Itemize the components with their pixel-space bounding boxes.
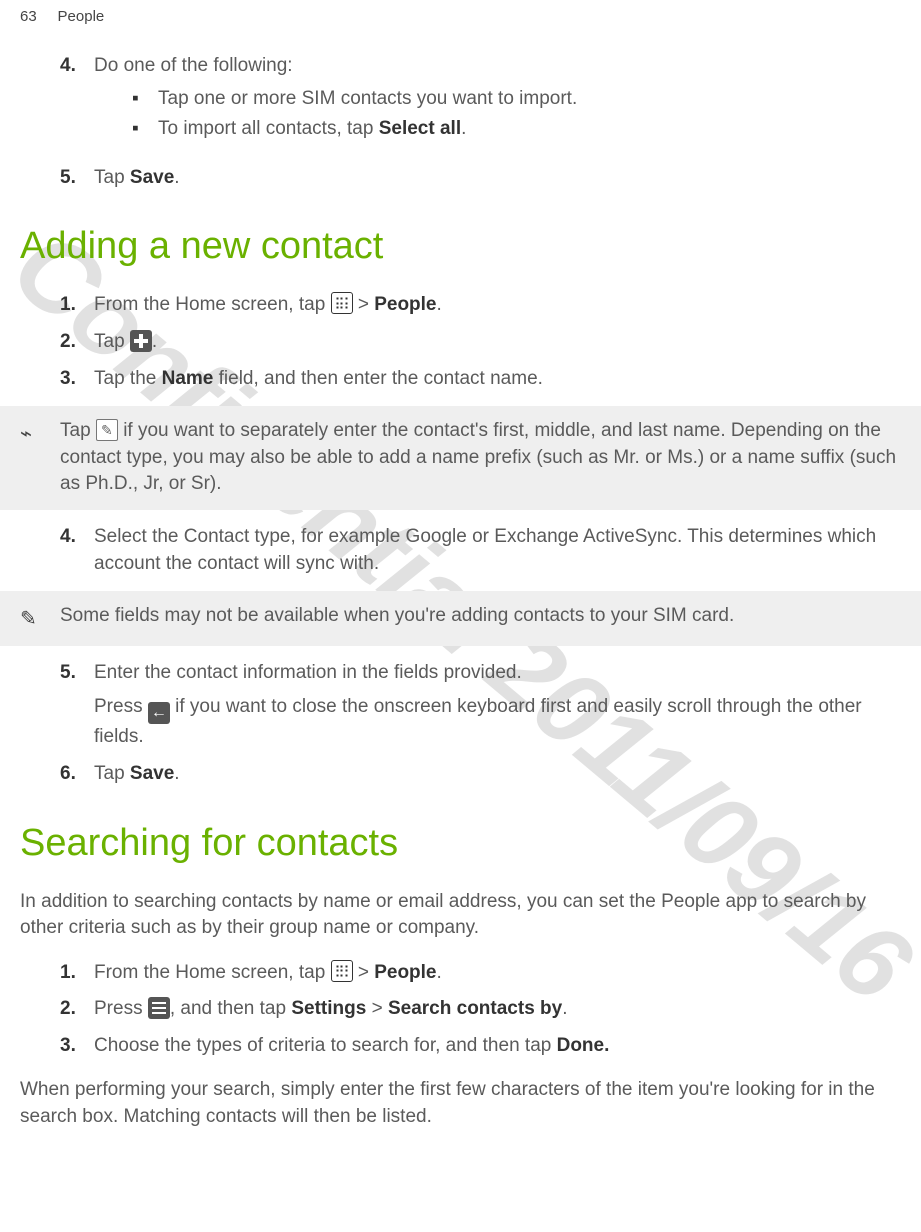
adding-step-4: 4. Select the Contact type, for example … [60, 524, 901, 577]
step-4: 4. Do one of the following: ▪ Tap one or… [60, 53, 901, 155]
plus-icon [130, 330, 152, 352]
tip-box-name: ⌁ Tap if you want to separately enter th… [0, 406, 921, 510]
step-number: 2. [60, 996, 94, 1023]
adding-step-6: 6. Tap Save. [60, 761, 901, 788]
adding-step-2: 2. Tap . [60, 329, 901, 356]
bullet-mark: ▪ [132, 86, 158, 113]
step-5: 5. Tap Save. [60, 165, 901, 192]
step-number: 4. [60, 53, 94, 155]
searching-outro: When performing your search, simply ente… [20, 1077, 901, 1130]
step-number: 6. [60, 761, 94, 788]
back-icon [148, 702, 170, 724]
step-number: 1. [60, 292, 94, 319]
menu-icon [148, 997, 170, 1019]
tip-box-sim: ✎ Some fields may not be available when … [0, 591, 921, 646]
section-name: People [58, 8, 105, 25]
searching-intro: In addition to searching contacts by nam… [20, 889, 901, 942]
searching-step-3: 3. Choose the types of criteria to searc… [60, 1033, 901, 1060]
step-number: 5. [60, 660, 94, 751]
adding-step-1: 1. From the Home screen, tap > People. [60, 292, 901, 319]
page-header: 63 People [0, 0, 921, 43]
bullet-item: ▪ Tap one or more SIM contacts you want … [132, 86, 901, 113]
bullet-item: ▪ To import all contacts, tap Select all… [132, 116, 901, 143]
step-number: 3. [60, 1033, 94, 1060]
page-number: 63 [20, 8, 37, 25]
bullet-text: Tap one or more SIM contacts you want to… [158, 86, 577, 113]
step-number: 5. [60, 165, 94, 192]
pen-icon: ✎ [20, 608, 37, 630]
step-number: 1. [60, 960, 94, 987]
step-text: Do one of the following: [94, 55, 293, 76]
apps-icon [331, 960, 353, 982]
step-number: 4. [60, 524, 94, 577]
lightbulb-icon: ⌁ [20, 423, 32, 445]
step-number: 3. [60, 366, 94, 393]
searching-step-2: 2. Press , and then tap Settings > Searc… [60, 996, 901, 1023]
bullet-text: To import all contacts, tap Select all. [158, 116, 466, 143]
apps-icon [331, 292, 353, 314]
heading-adding: Adding a new contact [20, 225, 901, 268]
step-number: 2. [60, 329, 94, 356]
bullet-mark: ▪ [132, 116, 158, 143]
adding-step-3: 3. Tap the Name field, and then enter th… [60, 366, 901, 393]
adding-step-5: 5. Enter the contact information in the … [60, 660, 901, 751]
edit-icon [96, 419, 118, 441]
searching-step-1: 1. From the Home screen, tap > People. [60, 960, 901, 987]
heading-searching: Searching for contacts [20, 822, 901, 865]
